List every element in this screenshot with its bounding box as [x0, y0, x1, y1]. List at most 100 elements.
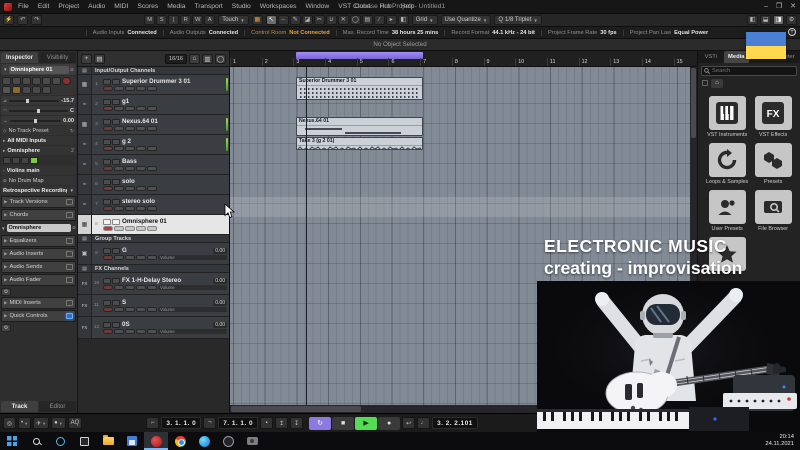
media-tile-user-presets[interactable]: User Presets [706, 190, 748, 232]
menu-item[interactable]: MIDI [110, 1, 132, 12]
eq-state-button[interactable] [147, 106, 157, 111]
expression-map-row[interactable]: ▫ Violins main [1, 166, 76, 175]
edit-channel-button[interactable] [125, 166, 135, 171]
automation-state-button[interactable]: | [168, 15, 180, 25]
track-row[interactable]: ≈ 4 g 2 [78, 135, 229, 155]
monitor-button[interactable] [114, 329, 124, 334]
monitor-button[interactable] [114, 186, 124, 191]
inserts-state-button[interactable] [136, 126, 146, 131]
inspector-section[interactable]: ▶ Audio Fader [1, 274, 76, 286]
inspector-button[interactable] [12, 77, 21, 85]
inserts-state-button[interactable] [136, 86, 146, 91]
edit-channel-button[interactable] [125, 146, 135, 151]
track-row[interactable]: ≈ 2 g1 [78, 95, 229, 115]
status-segment[interactable]: Audio Inputs Connected [85, 29, 163, 36]
inserts-state-button[interactable] [136, 186, 146, 191]
record-enable-button[interactable] [103, 226, 113, 231]
maximize-button[interactable]: ❐ [776, 0, 782, 13]
tool-button[interactable]: ✕ [337, 15, 349, 25]
inspector-tab[interactable]: Inspector [1, 52, 38, 63]
edit-channel-button[interactable] [125, 329, 135, 334]
record-button[interactable]: ● [378, 416, 401, 430]
menu-item[interactable]: Audio [84, 1, 109, 12]
inserts-state-button[interactable] [136, 255, 146, 260]
eq-state-button[interactable] [147, 226, 157, 231]
tool-button[interactable]: ∕ [373, 15, 385, 25]
find-track-icon[interactable]: ◯ [215, 53, 226, 64]
timeline-ruler[interactable]: 1 2 3 4 5 6 7 8 9 10 11 12 13 14 15 [230, 51, 697, 67]
track-row[interactable]: ▣ 9 G 0.00 Volume [78, 243, 229, 265]
bypass-icon[interactable]: ⊘ [72, 225, 76, 231]
tool-button[interactable]: ∪ [325, 15, 337, 25]
record-enable-button[interactable] [103, 126, 113, 131]
inserts-state-button[interactable] [136, 285, 146, 290]
solo-button[interactable] [112, 321, 120, 328]
gear-icon[interactable]: ⚙ [1, 323, 11, 332]
inspector-button[interactable] [2, 77, 11, 85]
status-segment[interactable]: Audio Outputs Connected [162, 29, 244, 36]
tool-button[interactable]: ◯ [349, 15, 361, 25]
right-locator-value[interactable]: 7. 1. 1. 0 [218, 417, 259, 429]
edit-channel-button[interactable] [125, 86, 135, 91]
track-fader-label[interactable]: Volume [158, 255, 227, 260]
menu-item[interactable]: Transport [190, 1, 226, 12]
inspector-section[interactable]: ▶ MIDI Inserts [1, 297, 76, 309]
obs-button[interactable] [216, 432, 240, 450]
right-zone-tab[interactable]: VSTi [698, 51, 724, 63]
inspector-button[interactable] [32, 77, 41, 85]
inspector-button[interactable] [32, 86, 41, 94]
inserts-state-button[interactable] [136, 329, 146, 334]
play-button[interactable]: ▶ [355, 416, 378, 430]
edit-channel-button[interactable] [12, 86, 21, 94]
record-enable-button[interactable] [103, 255, 113, 260]
menu-item[interactable]: Window [301, 1, 333, 12]
volume-slider[interactable] [8, 98, 60, 103]
monitor-button[interactable] [114, 146, 124, 151]
mute-button[interactable] [103, 321, 111, 328]
record-enable-button[interactable] [103, 329, 113, 334]
minimize-button[interactable]: – [764, 0, 768, 13]
pan-row[interactable]: ◠ C [1, 106, 76, 115]
track-gain-value[interactable]: 0.00 [213, 277, 227, 284]
track-gain-value[interactable]: 0.00 [213, 321, 227, 328]
tool-button[interactable]: ◪ [301, 15, 313, 25]
scrollbar-thumb[interactable] [691, 68, 696, 138]
bottom-tab[interactable]: Track [1, 401, 38, 412]
status-segment[interactable]: Max. Record Time 38 hours 25 mins [335, 29, 445, 36]
eq-state-button[interactable] [147, 166, 157, 171]
cubase-taskbar-button[interactable] [144, 432, 168, 450]
mute-button[interactable] [103, 299, 111, 306]
taskbar-search-button[interactable] [24, 432, 48, 450]
eq-state-button[interactable] [147, 285, 157, 290]
solo-button[interactable] [112, 247, 120, 254]
mute-button[interactable] [103, 98, 111, 105]
freeze-icon[interactable]: ⊘ [70, 67, 74, 73]
punch-lock-button[interactable]: ▪ [260, 417, 274, 429]
menu-item[interactable]: Studio [228, 1, 255, 12]
tool-button[interactable]: ◧ [397, 15, 409, 25]
tool-button[interactable]: ▤ [361, 15, 373, 25]
tool-button[interactable]: ↖ [265, 15, 277, 25]
project-cursor[interactable] [306, 67, 307, 405]
tool-button[interactable]: ▸ [385, 15, 397, 25]
tool-button[interactable]: ⇔ [277, 15, 289, 25]
monitor-button[interactable] [114, 206, 124, 211]
close-button[interactable]: ✕ [790, 0, 796, 13]
audio-clip[interactable]: Take 3 (g 2 01) [296, 137, 423, 150]
list-icon[interactable]: ▥ [202, 53, 213, 64]
eq-state-button[interactable] [147, 146, 157, 151]
record-enable-button[interactable] [103, 146, 113, 151]
record-enable-button[interactable] [62, 77, 71, 85]
inserts-state-button[interactable] [136, 226, 146, 231]
mute-button[interactable] [103, 78, 111, 85]
audition-quantize-button[interactable]: AQ [67, 417, 83, 429]
undo-button[interactable]: ↶ [17, 15, 29, 25]
edit-channel-button[interactable] [125, 255, 135, 260]
record-enable-button[interactable] [103, 186, 113, 191]
record-enable-button[interactable] [103, 166, 113, 171]
automation-state-button[interactable]: A [204, 15, 216, 25]
stop-button[interactable]: ■ [332, 416, 355, 430]
edit-channel-button[interactable] [125, 307, 135, 312]
edit-channel-button[interactable] [125, 106, 135, 111]
eq-state-button[interactable] [147, 186, 157, 191]
